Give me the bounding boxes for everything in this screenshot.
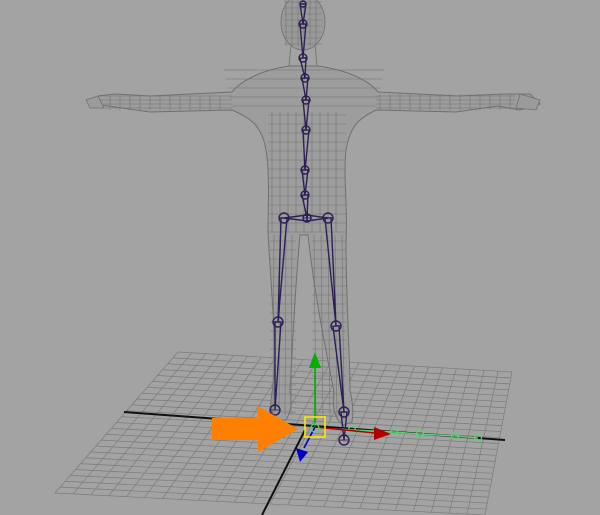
grid-line [65, 480, 488, 504]
ik-chain-segment[interactable] [419, 433, 456, 437]
grid-line [484, 371, 513, 515]
maya-3d-viewport[interactable] [0, 0, 600, 515]
grid-line [466, 371, 499, 515]
grid-line [430, 369, 471, 513]
grid-line [60, 486, 487, 510]
viewport-canvas[interactable] [0, 0, 600, 515]
ik-chain-icon[interactable] [317, 425, 483, 443]
grid-line [54, 492, 486, 515]
